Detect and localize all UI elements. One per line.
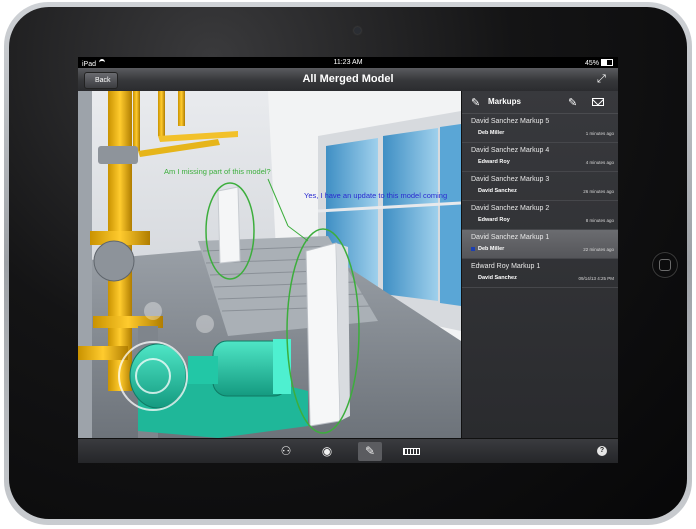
battery-indicator: 45% bbox=[585, 59, 613, 67]
markup-comment[interactable]: Yes, I have an update to this model comi… bbox=[304, 191, 461, 200]
view-icon[interactable]: ◉ bbox=[315, 442, 339, 461]
orbit-icon bbox=[144, 302, 162, 320]
markup-title: David Sanchez Markup 2 bbox=[471, 205, 550, 212]
list-item[interactable]: David Sanchez Markup 4 Edward Roy 4 minu… bbox=[462, 143, 618, 172]
markup-time: 22 minutes ago bbox=[583, 247, 614, 252]
bottom-toolbar: ⚇ ◉ ✎ ? bbox=[78, 438, 618, 463]
window-pane bbox=[440, 124, 461, 306]
app-screen: iPad 11:23 AM 45% Back All Merged Model … bbox=[78, 57, 618, 463]
battery-icon bbox=[601, 59, 613, 66]
model-3d-view[interactable] bbox=[78, 91, 461, 438]
measure-icon[interactable] bbox=[399, 442, 423, 461]
home-button[interactable] bbox=[652, 252, 678, 278]
markup-title: David Sanchez Markup 4 bbox=[471, 147, 550, 154]
markup-comment[interactable]: Am I missing part of this model? bbox=[164, 167, 271, 176]
markup-author: David Sanchez bbox=[478, 275, 517, 281]
window-pane bbox=[383, 128, 438, 301]
markup-time: 8 minutes ago bbox=[585, 218, 614, 223]
markups-panel: ✎ Markups ✎ David Sanchez Markup 5 Deb M… bbox=[461, 91, 618, 438]
markup-author: Deb Miller bbox=[478, 130, 505, 136]
mail-icon[interactable] bbox=[592, 98, 604, 106]
share-icon[interactable]: ⚇ bbox=[274, 442, 298, 461]
add-markup-icon[interactable]: ✎ bbox=[568, 96, 577, 109]
walk-icon bbox=[196, 315, 214, 333]
markup-time: 09/14/13 4:25 PM bbox=[578, 276, 614, 281]
pencil-icon: ✎ bbox=[471, 97, 481, 109]
list-item[interactable]: David Sanchez Markup 3 David Sanchez 26 … bbox=[462, 172, 618, 201]
markup-author: Edward Roy bbox=[478, 159, 510, 165]
camera-icon bbox=[354, 27, 361, 34]
help-icon[interactable]: ? bbox=[597, 446, 607, 456]
markup-title: David Sanchez Markup 5 bbox=[471, 118, 550, 125]
markup-title: Edward Roy Markup 1 bbox=[471, 263, 541, 270]
column bbox=[217, 186, 241, 264]
model-viewport[interactable]: Am I missing part of this model? Yes, I … bbox=[78, 91, 461, 438]
markup-time: 4 minutes ago bbox=[585, 160, 614, 165]
markup-author: Deb Miller bbox=[478, 246, 505, 252]
markup-author: David Sanchez bbox=[478, 188, 517, 194]
list-item-selected[interactable]: David Sanchez Markup 1 Deb Miller 22 min… bbox=[462, 230, 618, 259]
home-square-icon bbox=[659, 259, 671, 271]
panel-title: Markups bbox=[488, 97, 521, 106]
markup-time: 26 minutes ago bbox=[583, 189, 614, 194]
markup-list: David Sanchez Markup 5 Deb Miller 1 minu… bbox=[462, 114, 618, 288]
list-item[interactable]: David Sanchez Markup 5 Deb Miller 1 minu… bbox=[462, 114, 618, 143]
markup-icon[interactable]: ✎ bbox=[358, 442, 382, 461]
markup-title: David Sanchez Markup 3 bbox=[471, 176, 550, 183]
markup-title: David Sanchez Markup 1 bbox=[471, 234, 550, 241]
list-item[interactable]: David Sanchez Markup 2 Edward Roy 8 minu… bbox=[462, 201, 618, 230]
navigation-bar: Back All Merged Model ⤢ bbox=[78, 68, 618, 92]
panel-header: ✎ Markups ✎ bbox=[462, 91, 618, 114]
status-time: 11:23 AM bbox=[333, 59, 363, 66]
page-title: All Merged Model bbox=[302, 73, 394, 85]
markup-time: 1 minutes ago bbox=[585, 131, 614, 136]
status-bar: iPad 11:23 AM 45% bbox=[78, 57, 618, 68]
column bbox=[305, 242, 341, 427]
markup-author: Edward Roy bbox=[478, 217, 510, 223]
list-item[interactable]: Edward Roy Markup 1 David Sanchez 09/14/… bbox=[462, 259, 618, 288]
author-color-icon bbox=[471, 247, 475, 251]
pump-assembly bbox=[129, 339, 308, 438]
expand-icon[interactable]: ⤢ bbox=[597, 74, 608, 85]
